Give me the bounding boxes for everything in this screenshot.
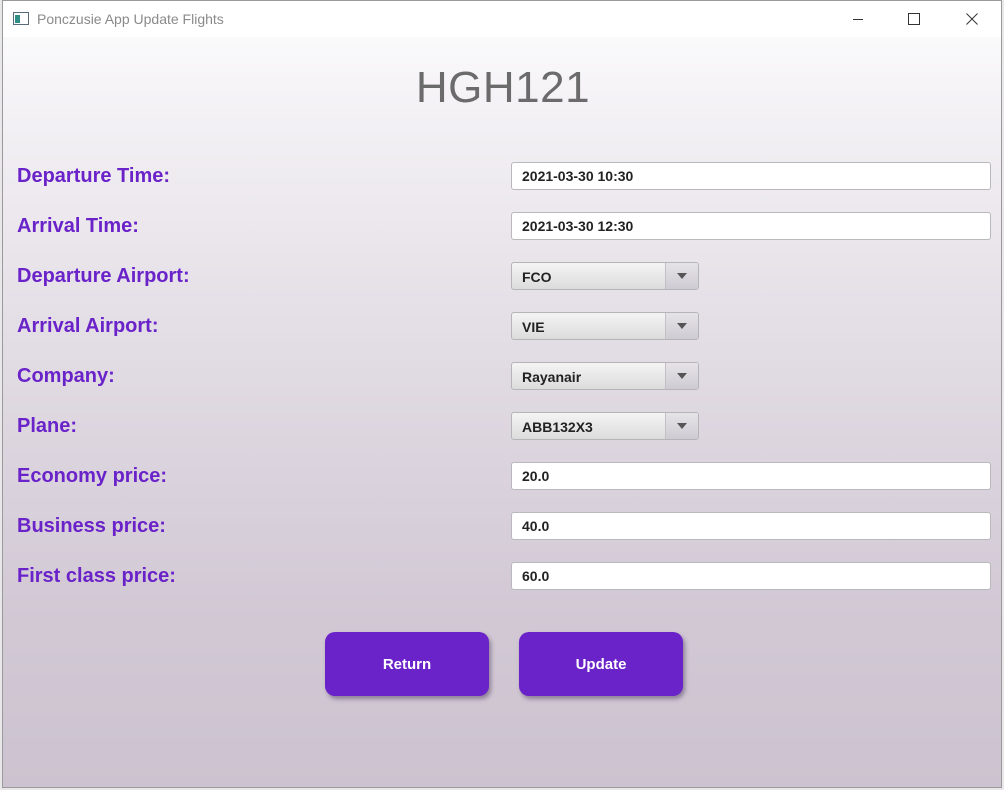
minimize-button[interactable] bbox=[835, 1, 881, 37]
departure-time-input[interactable] bbox=[511, 162, 991, 190]
chevron-down-icon bbox=[677, 273, 687, 279]
plane-select[interactable]: ABB132X3 bbox=[511, 412, 699, 440]
business-price-label: Business price: bbox=[17, 515, 166, 537]
plane-row: Plane: ABB132X3 bbox=[3, 412, 1001, 442]
update-button[interactable]: Update bbox=[519, 632, 683, 696]
arrival-time-row: Arrival Time: bbox=[3, 212, 1001, 242]
departure-airport-select[interactable]: FCO bbox=[511, 262, 699, 290]
arrival-time-input[interactable] bbox=[511, 212, 991, 240]
departure-airport-dropdown-button[interactable] bbox=[665, 263, 698, 289]
plane-dropdown-button[interactable] bbox=[665, 413, 698, 439]
departure-airport-value: FCO bbox=[522, 269, 552, 285]
close-icon bbox=[966, 13, 978, 25]
company-dropdown-button[interactable] bbox=[665, 363, 698, 389]
departure-airport-row: Departure Airport: FCO bbox=[3, 262, 1001, 292]
maximize-button[interactable] bbox=[891, 1, 937, 37]
company-label: Company: bbox=[17, 365, 115, 387]
return-button[interactable]: Return bbox=[325, 632, 489, 696]
first-class-price-label: First class price: bbox=[17, 565, 176, 587]
departure-airport-label: Departure Airport: bbox=[17, 265, 190, 287]
company-select[interactable]: Rayanair bbox=[511, 362, 699, 390]
business-price-input[interactable] bbox=[511, 512, 991, 540]
departure-time-row: Departure Time: bbox=[3, 162, 1001, 192]
arrival-airport-dropdown-button[interactable] bbox=[665, 313, 698, 339]
chevron-down-icon bbox=[677, 323, 687, 329]
arrival-airport-value: VIE bbox=[522, 319, 545, 335]
economy-price-label: Economy price: bbox=[17, 465, 168, 487]
company-value: Rayanair bbox=[522, 369, 582, 385]
first-class-price-row: First class price: bbox=[3, 562, 1001, 592]
departure-time-label: Departure Time: bbox=[17, 165, 171, 187]
minimize-icon bbox=[853, 19, 863, 20]
app-window: Ponczusie App Update Flights HGH121 Depa… bbox=[2, 0, 1002, 788]
flight-code-heading: HGH121 bbox=[415, 63, 591, 112]
plane-value: ABB132X3 bbox=[522, 419, 593, 435]
first-class-price-input[interactable] bbox=[511, 562, 991, 590]
app-window-icon bbox=[13, 12, 29, 25]
arrival-airport-label: Arrival Airport: bbox=[17, 315, 159, 337]
arrival-time-label: Arrival Time: bbox=[17, 215, 139, 237]
economy-price-input[interactable] bbox=[511, 462, 991, 490]
chevron-down-icon bbox=[677, 423, 687, 429]
economy-price-row: Economy price: bbox=[3, 462, 1001, 492]
maximize-icon bbox=[908, 13, 920, 25]
plane-label: Plane: bbox=[17, 415, 78, 437]
arrival-airport-select[interactable]: VIE bbox=[511, 312, 699, 340]
business-price-row: Business price: bbox=[3, 512, 1001, 542]
window-title: Ponczusie App Update Flights bbox=[37, 11, 224, 27]
chevron-down-icon bbox=[677, 373, 687, 379]
close-button[interactable] bbox=[949, 1, 995, 37]
company-row: Company: Rayanair bbox=[3, 362, 1001, 392]
arrival-airport-row: Arrival Airport: VIE bbox=[3, 312, 1001, 342]
title-bar[interactable]: Ponczusie App Update Flights bbox=[3, 1, 1001, 37]
